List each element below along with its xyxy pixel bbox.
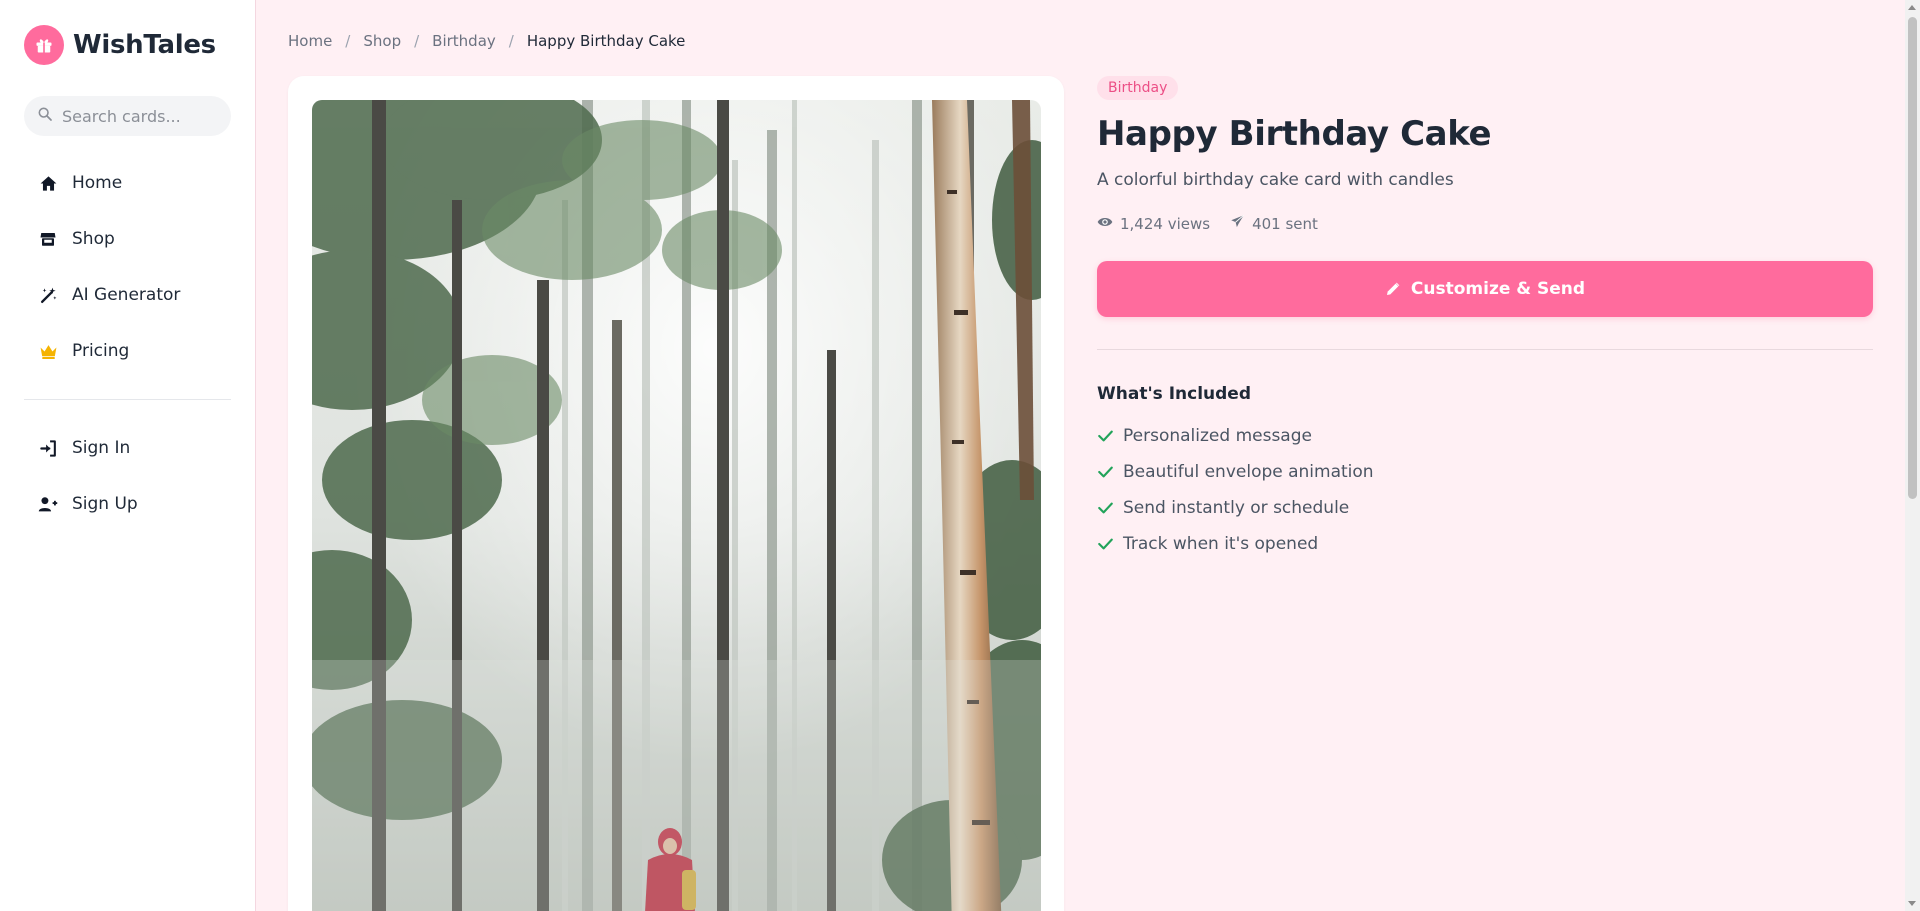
search-input[interactable] (62, 106, 222, 126)
search-box[interactable] (24, 96, 231, 136)
breadcrumb-separator: / (345, 32, 351, 50)
check-icon (1097, 428, 1113, 444)
breadcrumb-home[interactable]: Home (288, 32, 332, 50)
sidebar-item-sign-up[interactable]: Sign Up (24, 482, 231, 526)
page-scrollbar[interactable] (1905, 0, 1920, 911)
breadcrumb-separator: / (508, 32, 514, 50)
breadcrumb-separator: / (414, 32, 420, 50)
sidebar-item-label: Pricing (72, 341, 130, 361)
included-title: What's Included (1097, 384, 1251, 404)
included-item-text: Personalized message (1123, 426, 1312, 446)
sidebar-item-label: Shop (72, 229, 115, 249)
sign-in-icon (38, 438, 58, 458)
scroll-up-arrow-icon[interactable] (1908, 5, 1916, 10)
store-icon (38, 229, 58, 249)
eye-icon (1097, 215, 1113, 233)
sidebar-item-label: Sign Up (72, 494, 138, 514)
card-title: Happy Birthday Cake (1097, 114, 1492, 154)
breadcrumb: Home / Shop / Birthday / Happy Birthday … (288, 32, 685, 50)
sidebar-item-label: Home (72, 173, 123, 193)
sent-count: 401 sent (1252, 214, 1318, 233)
sidebar-item-home[interactable]: Home (24, 161, 231, 205)
brand[interactable]: WishTales (24, 25, 216, 65)
pencil-icon (1386, 282, 1400, 295)
breadcrumb-birthday[interactable]: Birthday (432, 32, 496, 50)
card-stats: 1,424 views 401 sent (1097, 214, 1873, 233)
included-item-text: Track when it's opened (1123, 534, 1319, 554)
views-stat: 1,424 views (1097, 215, 1210, 233)
crown-icon (38, 341, 58, 361)
breadcrumb-shop[interactable]: Shop (363, 32, 401, 50)
search-icon (37, 106, 53, 126)
brand-name: WishTales (73, 30, 216, 60)
check-icon (1097, 464, 1113, 480)
customize-send-button[interactable]: Customize & Send (1097, 261, 1873, 317)
paper-plane-icon (1230, 214, 1245, 233)
magic-wand-icon (38, 285, 58, 305)
included-list: Personalized message Beautiful envelope … (1097, 418, 1873, 562)
card-details: Birthday Happy Birthday Cake A colorful … (1097, 76, 1873, 562)
breadcrumb-current: Happy Birthday Cake (526, 32, 686, 50)
home-icon (38, 173, 58, 193)
gift-icon (24, 25, 64, 65)
section-divider (1097, 349, 1873, 350)
sent-stat: 401 sent (1230, 214, 1318, 233)
sidebar-item-ai-generator[interactable]: AI Generator (24, 273, 231, 317)
included-item-text: Send instantly or schedule (1123, 498, 1350, 518)
scrollbar-thumb[interactable] (1908, 17, 1917, 499)
sidebar-item-pricing[interactable]: Pricing (24, 329, 231, 373)
sidebar-divider (24, 399, 231, 400)
sidebar-item-shop[interactable]: Shop (24, 217, 231, 261)
card-description: A colorful birthday cake card with candl… (1097, 170, 1454, 190)
user-plus-icon (38, 494, 58, 514)
sidebar-item-label: Sign In (72, 438, 131, 458)
customize-send-label: Customize & Send (1410, 279, 1586, 299)
included-item-text: Beautiful envelope animation (1123, 462, 1374, 482)
category-badge[interactable]: Birthday (1097, 76, 1179, 100)
sidebar-item-label: AI Generator (72, 285, 181, 305)
check-icon (1097, 500, 1113, 516)
card-preview-panel (288, 76, 1064, 911)
list-item: Send instantly or schedule (1097, 490, 1873, 526)
sidebar-item-sign-in[interactable]: Sign In (24, 426, 231, 470)
card-preview-image (312, 100, 1041, 911)
sidebar: WishTales Home Shop AI Generator Pricing (0, 0, 256, 911)
list-item: Beautiful envelope animation (1097, 454, 1873, 490)
list-item: Personalized message (1097, 418, 1873, 454)
scroll-down-arrow-icon[interactable] (1908, 901, 1916, 906)
views-count: 1,424 views (1120, 214, 1211, 233)
check-icon (1097, 536, 1113, 552)
list-item: Track when it's opened (1097, 526, 1873, 562)
